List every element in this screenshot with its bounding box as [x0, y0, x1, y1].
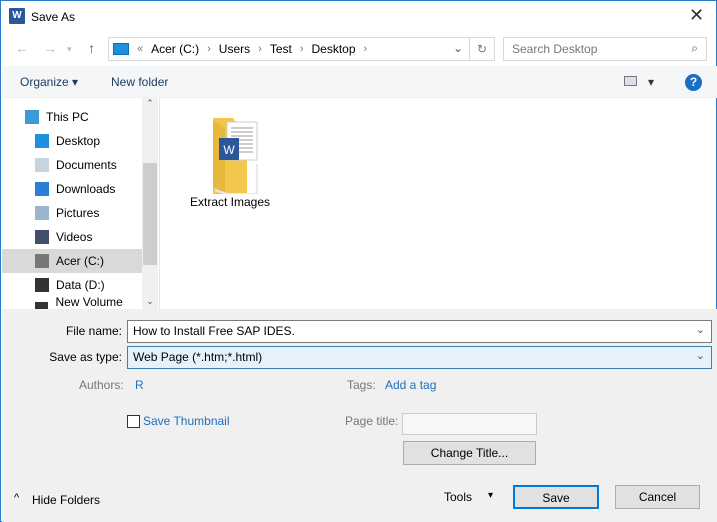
- documents-icon: [35, 158, 49, 172]
- videos-icon: [35, 230, 49, 244]
- save-type-value: Web Page (*.htm;*.html): [133, 350, 263, 364]
- sidebar-item[interactable]: Videos: [2, 225, 142, 249]
- sidebar-item-label: Downloads: [56, 182, 116, 196]
- organize-button[interactable]: Organize ▾: [20, 75, 78, 89]
- chevron-down-icon[interactable]: ⌄: [696, 323, 705, 336]
- save-type-select[interactable]: Web Page (*.htm;*.html) ⌄: [127, 346, 712, 369]
- sidebar-item-label: This PC: [46, 110, 89, 124]
- sidebar-item-label: Pictures: [56, 206, 100, 220]
- page-title-input[interactable]: [402, 413, 537, 435]
- back-icon[interactable]: ←: [15, 40, 29, 56]
- close-button[interactable]: ✕: [689, 5, 704, 26]
- up-icon[interactable]: ↑: [88, 40, 95, 56]
- tags-label: Tags:: [347, 378, 376, 392]
- add-tag-link[interactable]: Add a tag: [385, 378, 436, 392]
- save-as-dialog: W Save As ✕ ← → ▾ ↑ « Acer (C:) › Users › …: [0, 0, 717, 522]
- authors-value[interactable]: R: [135, 378, 144, 392]
- sidebar-item[interactable]: Desktop: [2, 129, 142, 153]
- recent-chevron-icon[interactable]: ▾: [67, 44, 72, 55]
- this-pc-icon: [25, 110, 39, 124]
- view-icon[interactable]: [624, 76, 637, 86]
- search-input[interactable]: Search Desktop ⌕: [503, 37, 707, 61]
- separator-icon[interactable]: ›: [300, 43, 304, 55]
- scroll-down-icon[interactable]: ⌄: [142, 296, 158, 307]
- file-list: W Extract Images: [159, 98, 717, 309]
- separator-icon[interactable]: ›: [364, 43, 368, 55]
- sidebar-item-label: Documents: [56, 158, 117, 172]
- breadcrumb-users[interactable]: Users: [219, 42, 250, 56]
- file-name-input[interactable]: How to Install Free SAP IDES. ⌄: [127, 320, 712, 343]
- file-name: Extract Images: [189, 195, 271, 209]
- tools-dropdown-icon[interactable]: ▾: [488, 490, 493, 501]
- breadcrumb-desktop[interactable]: Desktop: [312, 42, 356, 56]
- address-bar[interactable]: « Acer (C:) › Users › Test › Desktop › ⌄: [108, 37, 470, 61]
- sidebar-item[interactable]: Documents: [2, 153, 142, 177]
- svg-text:W: W: [223, 143, 235, 157]
- folder-word-icon: W: [213, 118, 258, 195]
- page-title-label: Page title:: [345, 414, 399, 428]
- overflow-icon[interactable]: «: [137, 43, 143, 55]
- new-folder-button[interactable]: New folder: [111, 75, 168, 89]
- sidebar-item-label: Desktop: [56, 134, 101, 148]
- forward-icon[interactable]: →: [43, 40, 57, 56]
- refresh-button[interactable]: ↻: [470, 37, 495, 61]
- save-thumbnail-checkbox[interactable]: [127, 415, 140, 428]
- drive-icon: [35, 254, 49, 268]
- hide-folders-button[interactable]: Hide Folders: [32, 493, 100, 507]
- sidebar-item-label: Data (D:): [56, 278, 105, 292]
- sidebar-item[interactable]: This PC: [2, 105, 142, 129]
- sidebar-item[interactable]: New Volume (E:): [2, 295, 142, 309]
- sidebar-item[interactable]: Acer (C:): [2, 249, 142, 273]
- cancel-button[interactable]: Cancel: [615, 485, 700, 509]
- sidebar-item[interactable]: Pictures: [2, 201, 142, 225]
- file-item[interactable]: W Extract Images: [180, 112, 280, 209]
- view-dropdown-icon[interactable]: ▾: [648, 75, 654, 89]
- scrollbar-thumb[interactable]: [143, 163, 157, 265]
- breadcrumb-acer[interactable]: Acer (C:): [151, 42, 199, 56]
- chevron-down-icon[interactable]: ⌄: [696, 349, 705, 362]
- change-title-button[interactable]: Change Title...: [403, 441, 536, 465]
- separator-icon[interactable]: ›: [258, 43, 262, 55]
- sidebar-item-label: Acer (C:): [56, 254, 104, 268]
- desktop-icon: [35, 134, 49, 148]
- file-name-label: File name:: [65, 324, 122, 338]
- save-button[interactable]: Save: [513, 485, 599, 509]
- toolbar: [2, 66, 717, 98]
- scroll-up-icon[interactable]: ⌃: [142, 98, 158, 109]
- tools-button[interactable]: Tools: [444, 490, 472, 504]
- authors-label: Authors:: [79, 378, 124, 392]
- drive-icon: [35, 302, 49, 309]
- word-icon: W: [9, 8, 25, 24]
- window-title: Save As: [31, 10, 76, 24]
- navigation-pane: This PC Desktop Documents Downloads Pictures…: [2, 98, 142, 309]
- file-name-value: How to Install Free SAP IDES.: [133, 324, 295, 338]
- sidebar-item[interactable]: Downloads: [2, 177, 142, 201]
- downloads-icon: [35, 182, 49, 196]
- save-type-label: Save as type:: [49, 350, 122, 364]
- chevron-up-icon[interactable]: ^: [14, 492, 19, 504]
- save-thumbnail-label[interactable]: Save Thumbnail: [143, 414, 230, 428]
- address-dropdown-icon[interactable]: ⌄: [453, 41, 463, 55]
- search-placeholder: Search Desktop: [512, 42, 598, 56]
- separator-icon[interactable]: ›: [207, 43, 211, 55]
- breadcrumb-test[interactable]: Test: [270, 42, 292, 56]
- sidebar-item[interactable]: Data (D:): [2, 273, 142, 297]
- sidebar-item-label: New Volume (E:): [55, 295, 123, 309]
- drive-icon: [35, 278, 49, 292]
- this-pc-icon: [113, 43, 129, 55]
- help-icon[interactable]: ?: [685, 74, 702, 91]
- sidebar-item-label: Videos: [56, 230, 93, 244]
- search-icon[interactable]: ⌕: [691, 41, 698, 56]
- pictures-icon: [35, 206, 49, 220]
